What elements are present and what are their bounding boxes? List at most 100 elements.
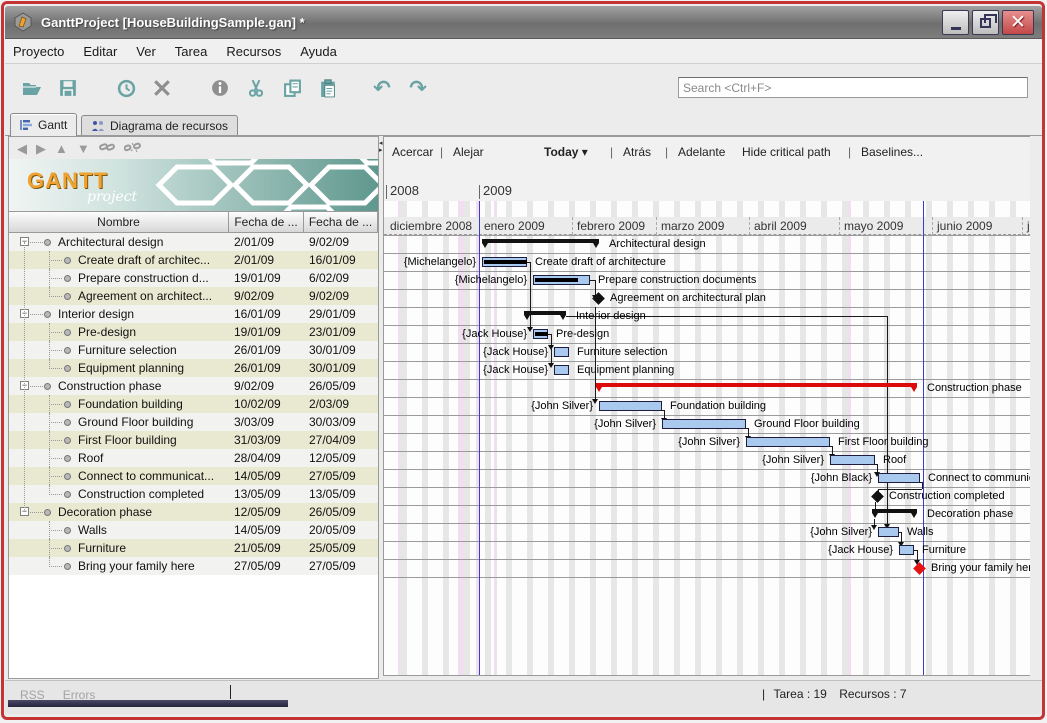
splitter-arrows-icon[interactable]: ◂ ▸ [379,140,383,154]
menu-item-recursos[interactable]: Recursos [226,44,281,59]
column-header-date2[interactable]: Fecha de ... [304,211,378,233]
table-row[interactable]: Ground Floor building 3/03/09 30/03/09 [9,413,378,431]
table-row[interactable]: − Architectural design 2/01/09 9/02/09 [9,233,378,251]
start-date-cell: 9/02/09 [234,379,275,393]
menu-item-editar[interactable]: Editar [83,44,117,59]
table-row[interactable]: − Construction phase 9/02/09 26/05/09 [9,377,378,395]
table-row[interactable]: Furniture selection 26/01/09 30/01/09 [9,341,378,359]
table-row[interactable]: Roof 28/04/09 12/05/09 [9,449,378,467]
minimize-icon [950,27,961,30]
end-date-cell: 16/01/09 [309,253,356,267]
table-row[interactable]: Create draft of architec... 2/01/09 16/01/… [9,251,378,269]
gantt-bar[interactable] [662,419,746,429]
table-row[interactable]: Walls 14/05/09 20/05/09 [9,521,378,539]
back-arrow-icon[interactable]: ◀ [17,142,27,155]
task-name-cell: First Floor building [9,431,229,449]
year-label: 2008 [390,183,419,198]
undo-icon[interactable]: ↶ [369,76,395,100]
year-tick [479,185,480,199]
table-row[interactable]: Pre-design 19/01/09 23/01/09 [9,323,378,341]
menu-item-tarea[interactable]: Tarea [175,44,208,59]
menu-item-proyecto[interactable]: Proyecto [13,44,64,59]
table-row[interactable]: First Floor building 31/03/09 27/04/09 [9,431,378,449]
cut-icon[interactable] [243,76,269,100]
gantt-bar[interactable] [878,473,920,483]
task-bullet-icon [64,563,71,570]
link-tasks-icon[interactable] [98,141,115,155]
holiday-stripe [398,201,401,675]
column-header-date1[interactable]: Fecha de ... [229,211,304,233]
summary-bar[interactable] [482,239,599,243]
end-date-cell: 27/04/09 [309,433,356,447]
chart-toolbar-baselines[interactable]: Baselines... [861,145,923,159]
forward-arrow-icon[interactable]: ▶ [36,142,46,155]
gantt-bar[interactable] [746,437,830,447]
chart-toolbar-alejar[interactable]: Alejar [453,145,484,159]
task-table-rows: − Architectural design 2/01/09 9/02/09 Creat… [9,233,378,575]
redo-icon[interactable]: ↷ [405,76,431,100]
resource-label: {Jack House} [483,346,548,358]
menu-item-ver[interactable]: Ver [136,44,156,59]
schedule-clock-icon[interactable] [113,76,139,100]
close-button[interactable]: ✕ [1002,10,1034,35]
task-name: Furniture selection [78,343,177,357]
title-bar[interactable]: GanttProject [HouseBuildingSample.gan] *… [5,6,1042,39]
unlink-tasks-icon[interactable] [123,141,141,156]
resource-label: {John Black} [810,472,872,484]
tab-diagrama-de-recursos[interactable]: Diagrama de recursos [81,115,239,136]
task-name: Decoration phase [58,505,153,519]
gantt-bar[interactable] [554,347,569,357]
menu-item-ayuda[interactable]: Ayuda [300,44,337,59]
task-bar-label: Walls [907,526,934,538]
chart-toolbar-adelante[interactable]: Adelante [678,145,725,159]
chart-toolbar-acercar[interactable]: Acercar [392,145,433,159]
row-gridline [384,397,1030,398]
minimize-button[interactable] [942,10,969,35]
search-input[interactable] [678,77,1028,98]
chart-toolbar-atr-s[interactable]: Atrás [623,145,651,159]
table-row[interactable]: Equipment planning 26/01/09 30/01/09 [9,359,378,377]
gantt-bar[interactable] [878,527,899,537]
row-gridline [384,559,1030,560]
end-date-cell: 9/02/09 [309,289,350,303]
resource-label: {John Silver} [810,526,872,538]
table-row[interactable]: Furniture 21/05/09 25/05/09 [9,539,378,557]
row-gridline [384,577,1030,578]
table-row[interactable]: Agreement on architect... 9/02/09 9/02/09 [9,287,378,305]
gantt-bar[interactable] [899,545,914,555]
copy-icon[interactable] [279,76,305,100]
table-row[interactable]: − Interior design 16/01/09 29/01/09 [9,305,378,323]
table-row[interactable]: Prepare construction d... 19/01/09 6/02/09 [9,269,378,287]
column-header-name[interactable]: Nombre [9,211,229,233]
info-icon[interactable] [207,76,233,100]
table-row[interactable]: Foundation building 10/02/09 2/03/09 [9,395,378,413]
tab-gantt[interactable]: Gantt [10,113,78,136]
gantt-bar[interactable] [554,365,569,375]
summary-end-icon [524,315,530,320]
move-down-arrow-icon[interactable]: ▼ [77,142,90,155]
gantt-bar[interactable] [482,257,527,267]
tab-label: Diagrama de recursos [110,119,229,133]
restore-button[interactable] [972,10,999,35]
gantt-bar[interactable] [533,329,548,339]
gantt-bar[interactable] [533,275,590,285]
move-up-arrow-icon[interactable]: ▲ [55,142,68,155]
paste-icon[interactable] [315,76,341,100]
delete-icon[interactable] [149,76,175,100]
chart-toolbar-today[interactable]: Today ▾ [544,145,588,159]
summary-bar-critical[interactable] [596,383,917,387]
save-icon[interactable] [55,76,81,100]
table-row[interactable]: Connect to communicat... 14/05/09 27/05/09 [9,467,378,485]
resources-icon [91,120,105,132]
table-row[interactable]: Bring your family here 27/05/09 27/05/09 [9,557,378,575]
gantt-bar[interactable] [599,401,662,411]
gantt-bar[interactable] [830,455,875,465]
open-folder-icon[interactable] [19,76,45,100]
task-name-cell: Construction completed [9,485,229,503]
toolbar-separator: | [665,145,669,159]
end-date-cell: 6/02/09 [309,271,350,285]
chart-toolbar-hide-critical-path[interactable]: Hide critical path [742,145,831,159]
table-row[interactable]: − Decoration phase 12/05/09 26/05/09 [9,503,378,521]
table-row[interactable]: Construction completed 13/05/09 13/05/09 [9,485,378,503]
end-date-cell: 23/01/09 [309,325,356,339]
